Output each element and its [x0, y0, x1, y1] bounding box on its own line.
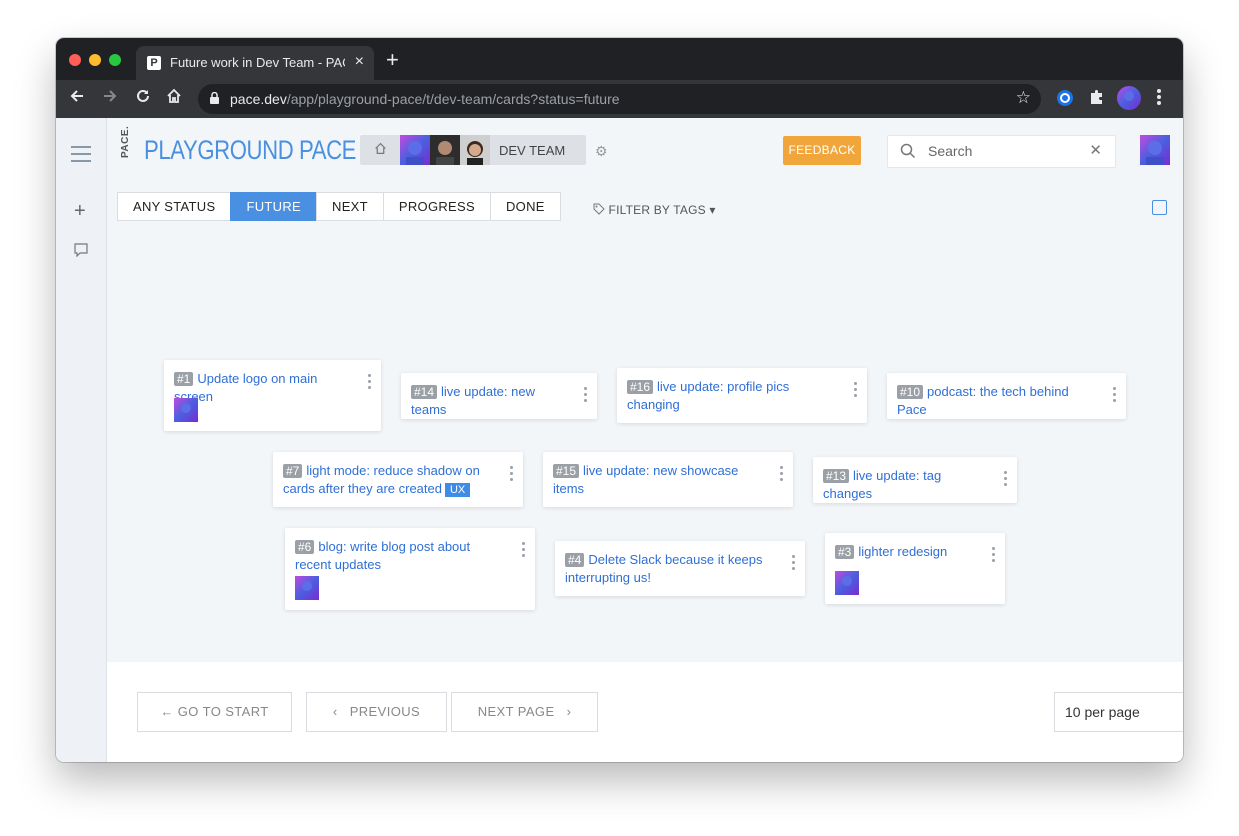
avatar: [430, 135, 460, 165]
extension-icon[interactable]: [1056, 89, 1074, 111]
card-menu-icon[interactable]: [1004, 471, 1007, 489]
tag-icon: [593, 203, 605, 215]
caret-down-icon: ▾: [709, 203, 716, 217]
tab-title: Future work in Dev Team - PACE: [170, 55, 345, 70]
feedback-button[interactable]: FEEDBACK: [783, 136, 861, 165]
card[interactable]: #15 live update: new showcase items: [543, 452, 793, 507]
avatar: [174, 398, 198, 422]
status-filter: ANY STATUS FUTURE NEXT PROGRESS DONE: [117, 192, 561, 221]
tag-badge[interactable]: UX: [444, 483, 471, 497]
fullscreen-icon[interactable]: [1152, 200, 1167, 215]
tab-strip: P Future work in Dev Team - PACE × +: [56, 38, 1183, 80]
status-any[interactable]: ANY STATUS: [117, 192, 232, 221]
card-menu-icon[interactable]: [368, 374, 371, 392]
avatar: [460, 135, 490, 165]
forward-icon[interactable]: [102, 88, 118, 108]
card-menu-icon[interactable]: [510, 466, 513, 484]
browser-toolbar: pace.dev/app/playground-pace/t/dev-team/…: [56, 80, 1183, 118]
status-done[interactable]: DONE: [489, 192, 561, 221]
card[interactable]: #14 live update: new teams: [401, 373, 597, 419]
arrow-left-icon: ←: [160, 704, 174, 719]
left-sidebar: +: [56, 118, 107, 762]
status-next[interactable]: NEXT: [316, 192, 384, 221]
status-future[interactable]: FUTURE: [230, 192, 317, 221]
chevron-right-icon: ›: [566, 704, 572, 719]
card[interactable]: #1 Update logo on main screen: [164, 360, 381, 431]
browser-tab[interactable]: P Future work in Dev Team - PACE ×: [136, 46, 374, 80]
card-menu-icon[interactable]: [792, 555, 795, 573]
favicon-icon: P: [147, 56, 161, 70]
back-icon[interactable]: [69, 88, 85, 108]
lock-icon: [210, 92, 219, 104]
url-text: pace.dev/app/playground-pace/t/dev-team/…: [230, 91, 620, 107]
maximize-window-button[interactable]: [109, 54, 121, 66]
card-menu-icon[interactable]: [854, 382, 857, 400]
filter-by-tags[interactable]: FILTER BY TAGS ▾: [593, 203, 716, 217]
card[interactable]: #16 live update: profile pics changing: [617, 368, 867, 423]
tab-close-icon[interactable]: ×: [355, 53, 364, 71]
home-icon[interactable]: [374, 142, 387, 158]
card[interactable]: #4 Delete Slack because it keeps interrup…: [555, 541, 805, 596]
card-menu-icon[interactable]: [1113, 387, 1116, 405]
gear-icon[interactable]: ⚙: [595, 143, 608, 160]
chevron-left-icon: ‹: [332, 704, 338, 719]
app-content: + PACE. PLAYGROUND PACE DEV TEAM ⚙ FEEDB…: [56, 118, 1183, 762]
home-icon[interactable]: [166, 88, 182, 108]
brand-logo-small: PACE.: [120, 125, 131, 158]
close-window-button[interactable]: [69, 54, 81, 66]
plus-icon[interactable]: +: [74, 200, 86, 223]
card[interactable]: #7 light mode: reduce shadow on cards aft…: [273, 452, 523, 507]
minimize-window-button[interactable]: [89, 54, 101, 66]
clear-search-icon[interactable]: ✕: [1089, 141, 1102, 159]
menu-icon[interactable]: [1156, 88, 1162, 110]
card[interactable]: #6 blog: write blog post about recent upd…: [285, 528, 535, 610]
browser-window: P Future work in Dev Team - PACE × + pac…: [56, 38, 1183, 762]
next-page-button[interactable]: NEXT PAGE ›: [451, 692, 598, 732]
comment-icon[interactable]: [74, 243, 88, 262]
card-menu-icon[interactable]: [522, 542, 525, 560]
search-input[interactable]: [926, 142, 1080, 160]
go-to-start-button[interactable]: ← GO TO START: [137, 692, 292, 732]
card[interactable]: #3 lighter redesign: [825, 533, 1005, 604]
card[interactable]: #10 podcast: the tech behind Pace: [887, 373, 1126, 419]
card-menu-icon[interactable]: [780, 466, 783, 484]
pagination-footer: ← GO TO START ‹ PREVIOUS NEXT PAGE › 10 …: [107, 662, 1183, 762]
status-progress[interactable]: PROGRESS: [382, 192, 491, 221]
puzzle-icon[interactable]: [1088, 89, 1105, 110]
address-bar[interactable]: pace.dev/app/playground-pace/t/dev-team/…: [198, 84, 1041, 114]
avatar: [835, 571, 859, 595]
team-name: DEV TEAM: [499, 143, 566, 158]
previous-button[interactable]: ‹ PREVIOUS: [306, 692, 447, 732]
team-selector[interactable]: DEV TEAM: [360, 135, 586, 165]
avatar: [400, 135, 430, 165]
reload-icon[interactable]: [135, 88, 151, 108]
card-menu-icon[interactable]: [584, 387, 587, 405]
search-box: ✕: [887, 135, 1116, 168]
new-tab-icon[interactable]: +: [386, 49, 399, 71]
search-icon: [900, 143, 916, 159]
avatar: [295, 576, 319, 600]
card[interactable]: #13 live update: tag changes: [813, 457, 1017, 503]
card-menu-icon[interactable]: [992, 547, 995, 565]
star-icon[interactable]: ☆: [1016, 88, 1031, 108]
user-avatar[interactable]: [1140, 135, 1170, 165]
org-title[interactable]: PLAYGROUND PACE: [144, 135, 356, 166]
profile-icon[interactable]: [1117, 86, 1141, 114]
per-page-select[interactable]: 10 per page ▲▼: [1054, 692, 1183, 732]
